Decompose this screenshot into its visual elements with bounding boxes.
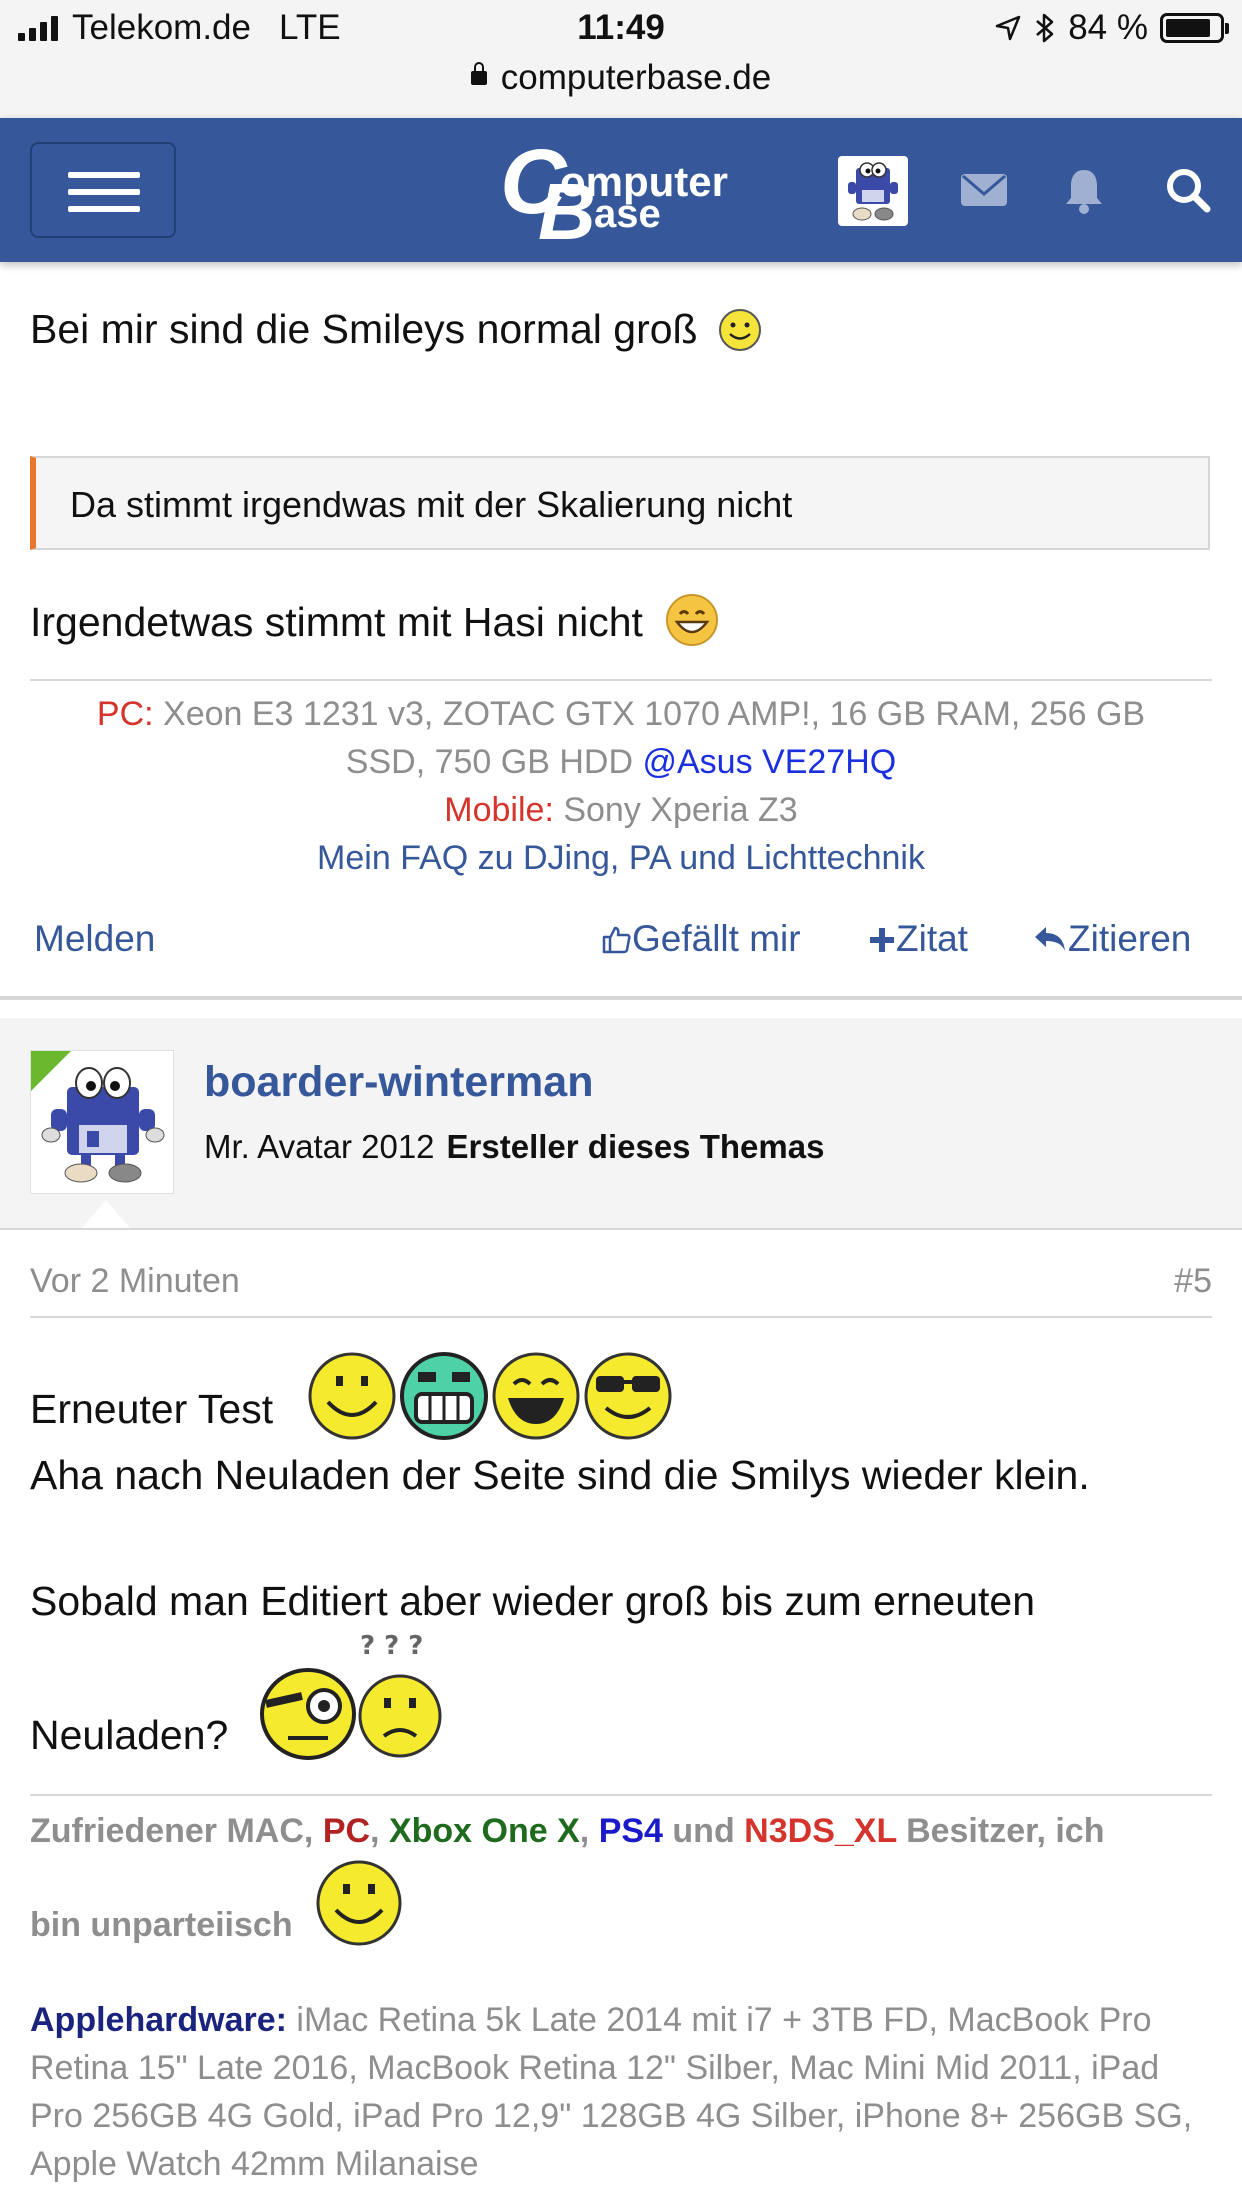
lock-icon <box>470 61 487 85</box>
sig-comma: , <box>370 1812 380 1850</box>
bell-icon[interactable] <box>1056 162 1112 218</box>
grin-icon <box>666 594 719 646</box>
sig-label: Mobile: <box>444 791 554 829</box>
signature: PC: Xeon E3 1231 v3, ZOTAC GTX 1070 AMP!… <box>30 690 1212 882</box>
sig-label: PC: <box>96 695 154 733</box>
quote-add-button[interactable]: Zitat <box>868 918 968 960</box>
status-right: 84 % <box>994 8 1229 48</box>
quote-block: Da stimmt irgendwas mit der Skalierung n… <box>30 456 1210 550</box>
sig-text: und <box>672 1812 735 1850</box>
quote-add-label: Zitat <box>896 918 968 959</box>
signature-line: Mein FAQ zu DJing, PA und Lichttechnik <box>30 834 1212 882</box>
user-avatar-button[interactable] <box>838 156 908 226</box>
big-smile-icon <box>308 1352 396 1440</box>
sig-text: Besitzer, ich <box>906 1812 1105 1850</box>
svg-text:? ? ?: ? ? ? <box>360 1631 423 1661</box>
reply-label: Zitieren <box>1068 918 1192 959</box>
report-link[interactable]: Melden <box>34 918 155 960</box>
post-text: Bei mir sind die Smileys normal groß <box>30 306 698 352</box>
status-bar: Telekom.de LTE 11:49 84 % computerbase.d… <box>0 0 1242 118</box>
logo-text-2: ase <box>594 192 661 236</box>
online-indicator <box>31 1051 71 1091</box>
hamburger-icon <box>68 172 140 178</box>
signature-line: SSD, 750 GB HDD @Asus VE27HQ <box>30 738 1212 786</box>
post-separator <box>0 996 1242 1000</box>
eye-roll-icon <box>260 1668 356 1760</box>
sig-pc: PC <box>322 1812 371 1850</box>
signature-line: Zufriedener MAC, PC, Xbox One X, PS4 und… <box>30 1812 1104 1851</box>
post-time[interactable]: Vor 2 Minuten <box>30 1262 240 1301</box>
url-text: computerbase.de <box>500 58 772 97</box>
apple-hardware-signature: Applehardware: iMac Retina 5k Late 2014 … <box>30 1996 1220 2188</box>
battery-icon <box>1160 13 1229 43</box>
post-username[interactable]: boarder-winterman <box>204 1058 593 1107</box>
reply-button[interactable]: Zitieren <box>1032 918 1191 960</box>
post-number[interactable]: #5 <box>1174 1262 1212 1301</box>
sig-xbox: Xbox One X <box>388 1812 580 1850</box>
sunglasses-icon <box>584 1352 672 1440</box>
site-header: C omputer B ase <box>0 118 1242 262</box>
post-header <box>0 1018 1242 1230</box>
post-text-line: Bei mir sind die Smileys normal groß <box>30 306 763 353</box>
sig-text: Xeon E3 1231 v3, ZOTAC GTX 1070 AMP!, 16… <box>163 695 1146 733</box>
sig-comma: , <box>579 1812 590 1850</box>
faq-link[interactable]: Mein FAQ zu DJing, PA und Lichttechnik <box>317 839 925 877</box>
signature-divider <box>30 679 1212 681</box>
reply-icon <box>1035 927 1065 951</box>
user-title: Mr. Avatar 2012 Ersteller dieses Themas <box>204 1128 824 1166</box>
confused-icon: ? ? ? <box>358 1631 442 1758</box>
smile-icon <box>719 309 761 351</box>
battery-percent: 84 % <box>1068 8 1148 47</box>
battery-fill <box>1166 19 1210 37</box>
post-body-line: Aha nach Neuladen der Seite sind die Smi… <box>30 1452 1090 1498</box>
creator-badge: Ersteller dieses Themas <box>446 1128 825 1165</box>
address-bar[interactable]: computerbase.de <box>0 58 1242 98</box>
location-icon <box>995 15 1021 41</box>
like-label: Gefällt mir <box>632 918 801 959</box>
signature-line: PC: Xeon E3 1231 v3, ZOTAC GTX 1070 AMP!… <box>30 690 1212 738</box>
thumbs-up-icon <box>602 926 631 954</box>
sig-text: Sony Xperia Z3 <box>563 791 798 829</box>
sig-label: Applehardware: <box>30 2001 287 2039</box>
bluetooth-icon <box>1036 13 1054 43</box>
monitor-link[interactable]: @Asus VE27HQ <box>642 743 896 781</box>
signature-line: bin unparteiisch <box>30 1906 293 1944</box>
post-body-line: Erneuter Test <box>30 1386 274 1432</box>
search-icon[interactable] <box>1160 162 1216 218</box>
signature-line: Mobile: Sony Xperia Z3 <box>30 786 1212 834</box>
menu-button[interactable] <box>30 142 176 238</box>
like-button[interactable]: Gefällt mir <box>600 918 801 960</box>
site-logo[interactable]: C omputer B ase <box>500 131 750 256</box>
post-body-line: Sobald man Editiert aber wieder groß bis… <box>30 1578 1036 1624</box>
post-text: Irgendetwas stimmt mit Hasi nicht <box>30 599 643 645</box>
floppy-robot-avatar <box>848 162 898 221</box>
post-text-line: Irgendetwas stimmt mit Hasi nicht <box>30 592 720 648</box>
teeth-grin-icon <box>400 1352 488 1440</box>
mail-icon[interactable] <box>956 162 1012 218</box>
post-body-line: Neuladen? <box>30 1712 229 1758</box>
laugh-icon <box>492 1352 580 1440</box>
signature-divider <box>30 1794 1212 1796</box>
post-avatar[interactable] <box>30 1050 174 1194</box>
header-pointer <box>82 1200 130 1228</box>
big-smile-icon <box>316 1860 402 1946</box>
sig-n3ds: N3DS_XL <box>744 1812 897 1850</box>
post-meta-divider <box>30 1316 1212 1318</box>
sig-text: Zufriedener MAC, <box>30 1812 314 1850</box>
plus-icon <box>870 928 894 952</box>
sig-text: SSD, 750 GB HDD <box>345 743 634 781</box>
logo-letter-b: B <box>538 167 596 256</box>
quote-text: Da stimmt irgendwas mit der Skalierung n… <box>70 484 793 525</box>
sig-ps4: PS4 <box>598 1812 663 1850</box>
user-title-text: Mr. Avatar 2012 <box>204 1128 435 1165</box>
